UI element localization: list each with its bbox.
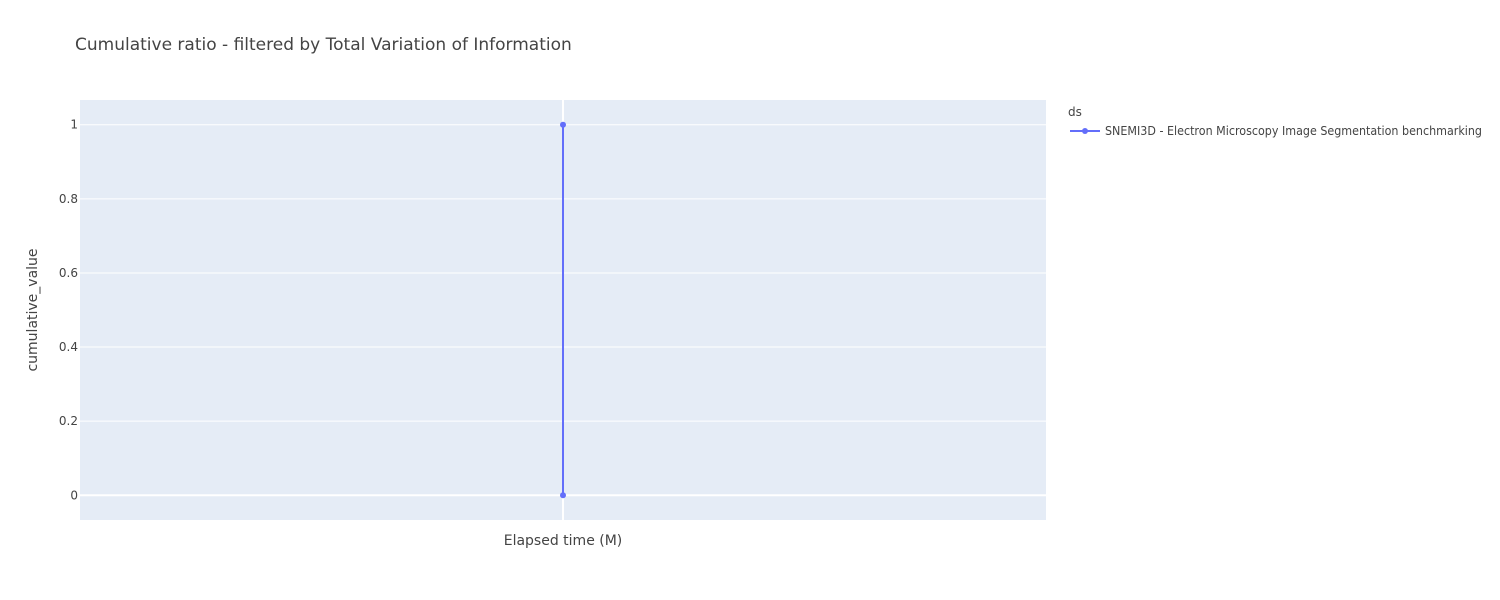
y-tick-labels: 0 0.2 0.4 0.6 0.8 1 (59, 118, 78, 503)
x-axis-title: Elapsed time (M) (504, 533, 623, 549)
legend-title: ds (1068, 105, 1082, 119)
legend-item[interactable]: SNEMI3D - Electron Microscopy Image Segm… (1070, 124, 1482, 138)
legend: ds SNEMI3D - Electron Microscopy Image S… (1068, 105, 1482, 138)
legend-label: SNEMI3D - Electron Microscopy Image Segm… (1105, 124, 1482, 138)
y-tick-label: 0.6 (59, 266, 78, 280)
chart-svg: Cumulative ratio - filtered by Total Var… (25, 35, 1482, 549)
data-point (560, 492, 566, 499)
y-axis-title: cumulative_value (25, 248, 41, 371)
y-tick-label: 1 (70, 118, 78, 132)
legend-items: SNEMI3D - Electron Microscopy Image Segm… (1070, 124, 1482, 138)
y-tick-label: 0.2 (59, 414, 78, 428)
legend-marker-swatch (1082, 128, 1088, 134)
y-tick-label: 0.8 (59, 192, 78, 206)
data-point (560, 121, 566, 128)
chart-title: Cumulative ratio - filtered by Total Var… (75, 35, 572, 55)
chart-container: Cumulative ratio - filtered by Total Var… (0, 0, 1500, 600)
y-tick-label: 0 (70, 488, 78, 502)
y-tick-label: 0.4 (59, 340, 78, 354)
